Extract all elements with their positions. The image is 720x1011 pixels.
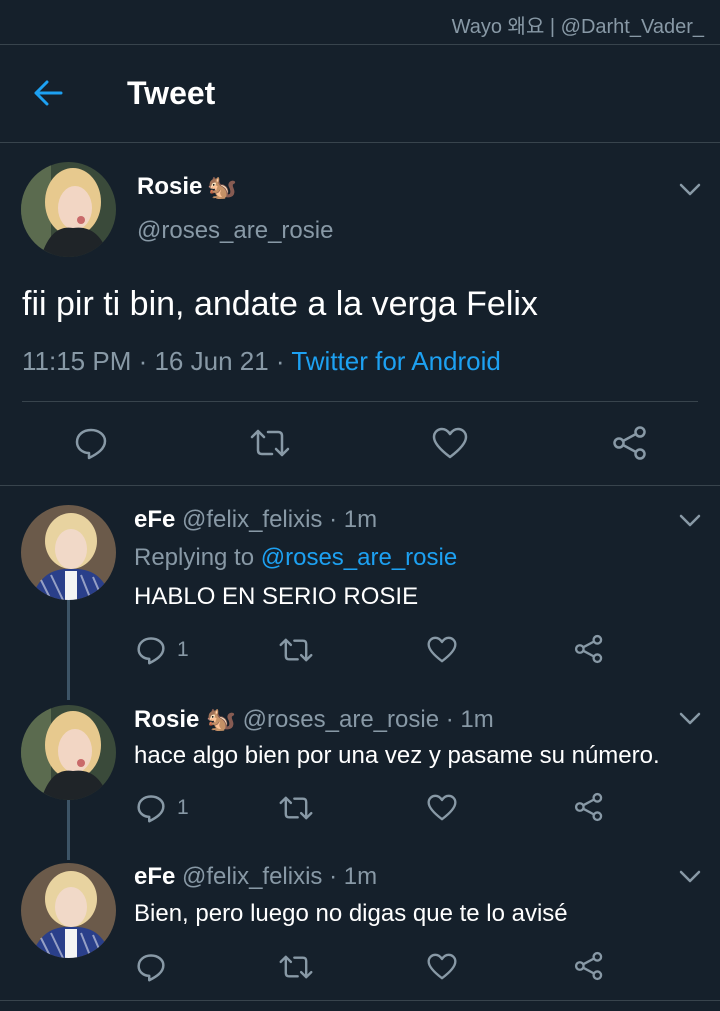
squirrel-emoji: 🐿️ bbox=[206, 706, 236, 733]
page-title: Tweet bbox=[127, 75, 216, 111]
reply-icon[interactable] bbox=[136, 793, 166, 823]
reply-tweet[interactable]: Rosie 🐿️ @roses_are_rosie · 1m hace algo… bbox=[0, 686, 720, 846]
chevron-down-icon[interactable] bbox=[679, 183, 701, 197]
chevron-down-icon[interactable] bbox=[679, 712, 701, 726]
tweet-time: 11:15 PM · 16 Jun 21 · bbox=[22, 346, 292, 376]
avatar[interactable] bbox=[21, 705, 116, 800]
author-meta: @felix_felixis · 1m bbox=[175, 506, 378, 533]
replying-to-link[interactable]: @roses_are_rosie bbox=[261, 544, 457, 571]
share-icon[interactable] bbox=[574, 792, 604, 822]
retweet-icon[interactable] bbox=[279, 795, 313, 821]
avatar[interactable] bbox=[21, 505, 116, 600]
like-icon[interactable] bbox=[427, 953, 457, 980]
avatar[interactable] bbox=[21, 863, 116, 958]
reply-text: hace algo bien por una vez y pasame su n… bbox=[134, 742, 660, 769]
author-name[interactable]: Rosie bbox=[137, 173, 202, 201]
author-name[interactable]: eFe bbox=[134, 506, 175, 533]
reply-count: 1 bbox=[177, 638, 189, 661]
reply-tweet[interactable]: eFe @felix_felixis · 1m Replying to @ros… bbox=[0, 486, 720, 686]
like-icon[interactable] bbox=[427, 636, 457, 663]
chevron-down-icon[interactable] bbox=[679, 514, 701, 528]
squirrel-emoji: 🐿️ bbox=[207, 174, 237, 201]
author-name[interactable]: Rosie bbox=[134, 706, 199, 733]
header: Tweet bbox=[0, 45, 720, 143]
author-name[interactable]: eFe bbox=[134, 863, 175, 890]
retweet-icon[interactable] bbox=[279, 954, 313, 980]
back-button[interactable] bbox=[30, 77, 66, 109]
tweet-text: fii pir ti bin, andate a la verga Felix bbox=[22, 285, 538, 323]
retweet-icon[interactable] bbox=[279, 637, 313, 663]
reply-icon[interactable] bbox=[74, 426, 108, 460]
tweet-meta: 11:15 PM · 16 Jun 21 · Twitter for Andro… bbox=[22, 346, 501, 377]
author-meta: @roses_are_rosie · 1m bbox=[235, 706, 494, 733]
reply-tweet[interactable]: eFe @felix_felixis · 1m Bien, pero luego… bbox=[0, 846, 720, 1001]
chevron-down-icon[interactable] bbox=[679, 870, 701, 884]
reply-icon[interactable] bbox=[136, 952, 166, 982]
replying-prefix: Replying to bbox=[134, 544, 261, 571]
like-icon[interactable] bbox=[432, 427, 468, 459]
bottom-divider bbox=[0, 1000, 720, 1001]
avatar[interactable] bbox=[21, 162, 116, 257]
meta-divider bbox=[22, 401, 698, 402]
retweet-icon[interactable] bbox=[250, 428, 290, 458]
reply-header: eFe @felix_felixis · 1m bbox=[134, 506, 377, 534]
author-meta: @felix_felixis · 1m bbox=[175, 863, 378, 890]
reply-header: Rosie 🐿️ @roses_are_rosie · 1m bbox=[134, 705, 494, 734]
like-icon[interactable] bbox=[427, 794, 457, 821]
author-handle[interactable]: @roses_are_rosie bbox=[137, 217, 333, 245]
main-tweet: Rosie 🐿️ @roses_are_rosie fii pir ti bin… bbox=[0, 143, 720, 485]
watermark: Wayo 왜요 | @Darht_Vader_ bbox=[451, 16, 704, 38]
reply-text: Bien, pero luego no digas que te lo avis… bbox=[134, 900, 568, 927]
replying-to: Replying to @roses_are_rosie bbox=[134, 544, 457, 572]
reply-icon[interactable] bbox=[136, 635, 166, 665]
share-icon[interactable] bbox=[612, 426, 648, 460]
reply-text: HABLO EN SERIO ROSIE bbox=[134, 583, 419, 610]
reply-header: eFe @felix_felixis · 1m bbox=[134, 863, 377, 891]
reply-count: 1 bbox=[177, 796, 189, 819]
tweet-source-link[interactable]: Twitter for Android bbox=[291, 346, 501, 376]
arrow-left-icon bbox=[34, 80, 63, 106]
share-icon[interactable] bbox=[574, 634, 604, 664]
share-icon[interactable] bbox=[574, 951, 604, 981]
